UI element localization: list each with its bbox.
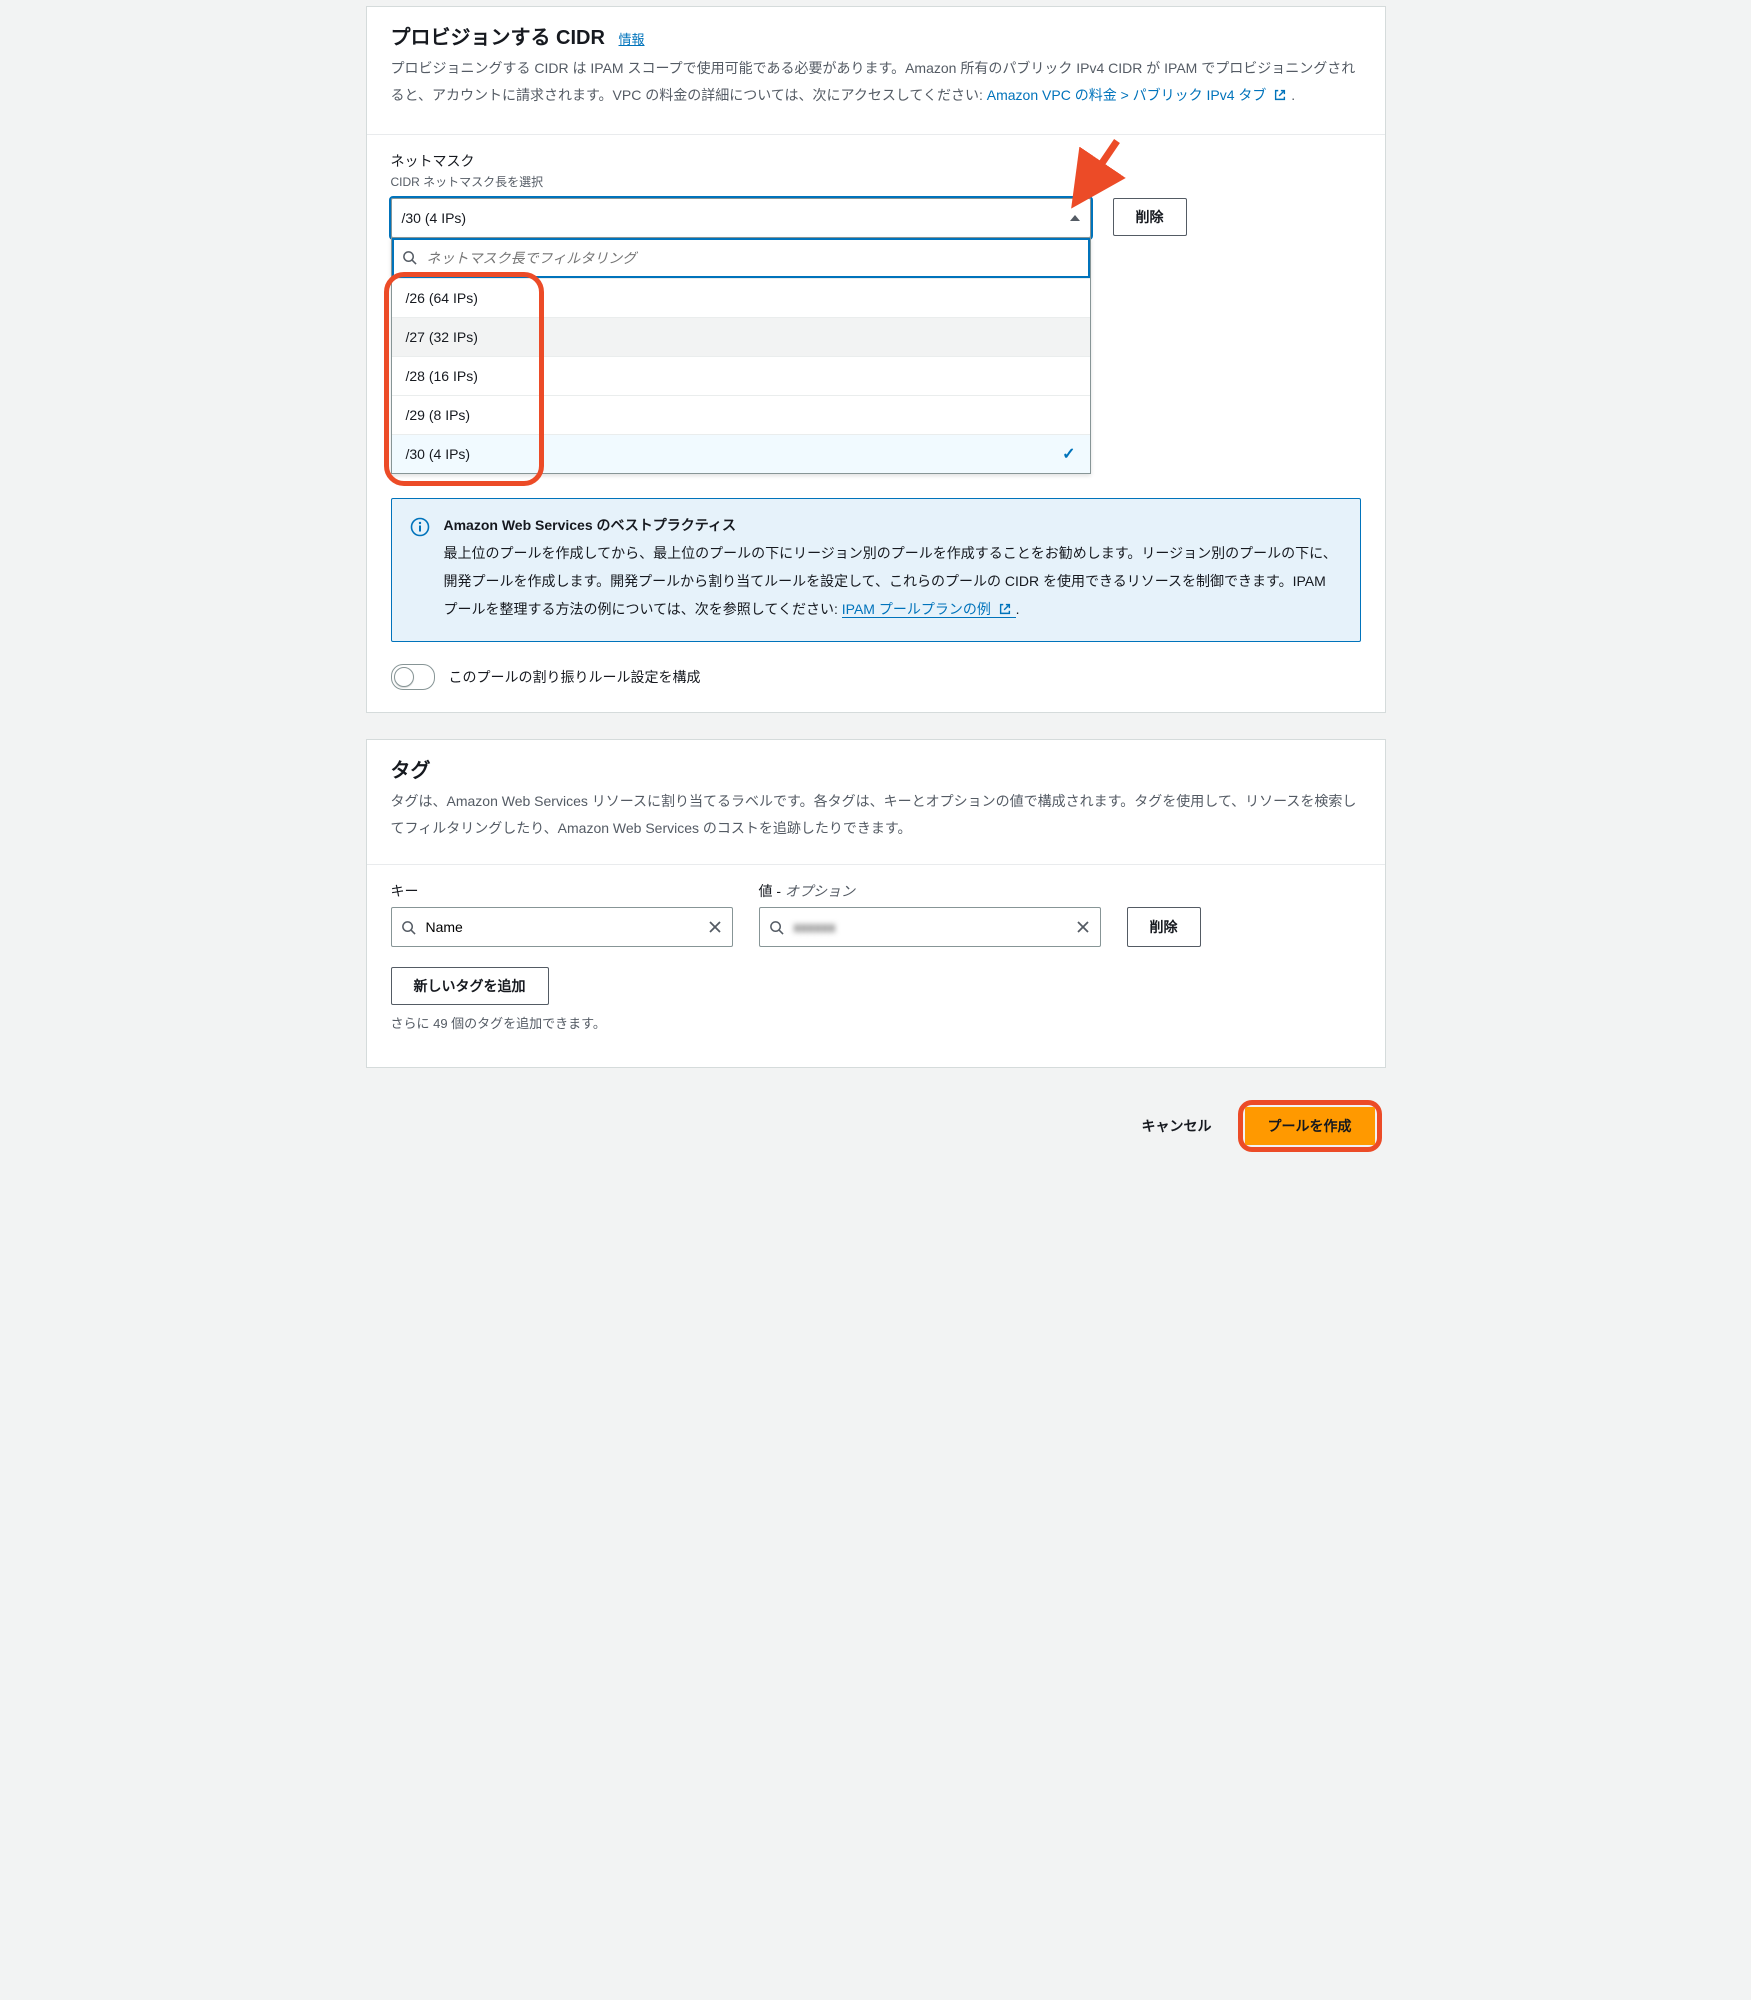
netmask-option-label: /30 (4 IPs) (406, 446, 471, 462)
cidr-panel: プロビジョンする CIDR 情報 プロビジョニングする CIDR は IPAM … (366, 6, 1386, 713)
allocation-rules-toggle[interactable] (391, 664, 435, 690)
netmask-option-label: /27 (32 IPs) (406, 329, 478, 345)
tags-remaining-hint: さらに 49 個のタグを追加できます。 (391, 1013, 1361, 1032)
netmask-option-label: /29 (8 IPs) (406, 407, 471, 423)
cancel-button[interactable]: キャンセル (1136, 1108, 1218, 1144)
best-practice-info: Amazon Web Services のベストプラクティス 最上位のプールを作… (391, 498, 1361, 642)
footer-actions: キャンセル プールを作成 (366, 1094, 1386, 1158)
clear-value-icon[interactable] (1066, 920, 1100, 934)
info-icon (410, 517, 430, 625)
netmask-option-label: /28 (16 IPs) (406, 368, 478, 384)
netmask-selected-value: /30 (4 IPs) (402, 210, 467, 226)
vpc-pricing-link-text: Amazon VPC の料金 > パブリック IPv4 タブ (987, 87, 1267, 103)
search-icon (760, 920, 794, 935)
delete-netmask-button[interactable]: 削除 (1113, 198, 1187, 236)
tag-key-label: キー (391, 881, 733, 901)
netmask-filter[interactable] (392, 238, 1090, 278)
cidr-description: プロビジョニングする CIDR は IPAM スコープで使用可能である必要があり… (391, 55, 1361, 112)
tags-description: タグは、Amazon Web Services リソースに割り当てるラベルです。… (391, 788, 1361, 843)
best-practice-title: Amazon Web Services のベストプラクティス (444, 515, 1342, 535)
check-icon: ✓ (1062, 444, 1075, 464)
netmask-option-label: /26 (64 IPs) (406, 290, 478, 306)
ipam-pool-plan-link-text: IPAM プールプランの例 (842, 601, 991, 617)
best-practice-text-post: . (1016, 601, 1020, 617)
best-practice-text: 最上位のプールを作成してから、最上位のプールの下にリージョン別のプールを作成する… (444, 539, 1342, 625)
tag-value-input[interactable]: xxxxxx (794, 919, 1066, 935)
tag-value-input-wrap[interactable]: xxxxxx (759, 907, 1101, 947)
netmask-sublabel: CIDR ネットマスク長を選択 (391, 173, 1361, 190)
tag-value-label-opt: オプション (785, 883, 855, 899)
allocation-rules-toggle-label: このプールの割り振りルール設定を構成 (449, 667, 701, 687)
netmask-dropdown: /26 (64 IPs) /27 (32 IPs) /28 (16 IPs) /29 … (391, 237, 1091, 474)
annotation-create-highlight: プールを作成 (1238, 1100, 1382, 1152)
cidr-info-link[interactable]: 情報 (619, 32, 645, 47)
search-icon (392, 920, 426, 935)
tags-heading: タグ (391, 758, 1361, 784)
netmask-option[interactable]: /26 (64 IPs) (392, 278, 1090, 317)
cidr-heading-text: プロビジョンする CIDR (391, 27, 605, 49)
search-icon (393, 250, 427, 265)
clear-key-icon[interactable] (698, 920, 732, 934)
tag-key-input[interactable] (426, 908, 698, 946)
tags-panel: タグ タグは、Amazon Web Services リソースに割り当てるラベル… (366, 739, 1386, 1069)
netmask-select-trigger[interactable]: /30 (4 IPs) (391, 198, 1091, 238)
delete-tag-button[interactable]: 削除 (1127, 907, 1201, 947)
tag-value-label: 値 - オプション (759, 881, 1101, 901)
netmask-option[interactable]: /30 (4 IPs) ✓ (392, 434, 1090, 473)
ipam-pool-plan-link[interactable]: IPAM プールプランの例 (842, 601, 1016, 618)
netmask-option[interactable]: /28 (16 IPs) (392, 356, 1090, 395)
netmask-select[interactable]: /30 (4 IPs) /26 (64 IPs)/27 (32 IPs)/28 … (391, 198, 1091, 238)
create-pool-button[interactable]: プールを作成 (1245, 1107, 1375, 1145)
tag-value-label-pre: 値 - (759, 883, 785, 899)
netmask-label: ネットマスク (391, 151, 1361, 171)
netmask-option[interactable]: /27 (32 IPs) (392, 317, 1090, 356)
cidr-description-post: . (1291, 87, 1295, 103)
netmask-filter-input[interactable] (427, 239, 1089, 277)
external-link-icon (1273, 84, 1287, 111)
netmask-option[interactable]: /29 (8 IPs) (392, 395, 1090, 434)
tags-heading-text: タグ (391, 760, 431, 782)
cidr-heading: プロビジョンする CIDR 情報 (391, 25, 1361, 51)
add-tag-button[interactable]: 新しいタグを追加 (391, 967, 549, 1005)
external-link-icon (998, 597, 1012, 625)
tag-key-input-wrap[interactable] (391, 907, 733, 947)
vpc-pricing-link[interactable]: Amazon VPC の料金 > パブリック IPv4 タブ (987, 87, 1291, 103)
caret-up-icon (1070, 215, 1080, 221)
